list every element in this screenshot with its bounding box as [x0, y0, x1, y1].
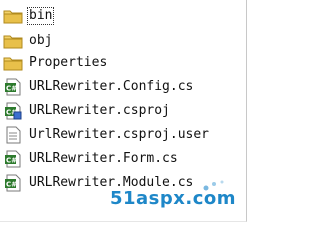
tree-item-label: obj: [29, 33, 53, 48]
tree-item-properties[interactable]: Properties: [3, 53, 109, 73]
csharp-file-icon: C#: [3, 174, 23, 192]
tree-item-bin[interactable]: bin: [3, 6, 55, 26]
tree-item-label: Properties: [29, 55, 108, 70]
csproj-user-file-icon: [3, 126, 23, 144]
tree-item-label: URLRewriter.Form.cs: [29, 151, 178, 166]
csproj-file-icon: C#: [3, 102, 23, 120]
tree-item-label: bin: [27, 7, 55, 25]
csharp-file-icon: C#: [3, 150, 23, 168]
folder-icon: [3, 32, 23, 50]
tree-item-urlrewriter-csproj[interactable]: C# URLRewriter.csproj: [3, 101, 172, 121]
svg-text:C#: C#: [6, 181, 17, 189]
tree-item-urlrewriter-config-cs[interactable]: C# URLRewriter.Config.cs: [3, 77, 195, 97]
csharp-file-icon: C#: [3, 78, 23, 96]
tree-item-urlrewriter-form-cs[interactable]: C# URLRewriter.Form.cs: [3, 149, 180, 169]
watermark-logo: 51aspx.com: [109, 188, 236, 209]
tree-item-label: URLRewriter.Config.cs: [29, 79, 194, 94]
svg-text:C#: C#: [6, 85, 17, 93]
tree-item-obj[interactable]: obj: [3, 31, 54, 51]
folder-icon: [3, 7, 23, 25]
file-tree: bin obj Properties C# URLRewriter.Config…: [0, 0, 247, 222]
svg-text:C#: C#: [6, 157, 17, 165]
tree-item-urlrewriter-csproj-user[interactable]: UrlRewriter.csproj.user: [3, 125, 211, 145]
folder-icon: [3, 54, 23, 72]
tree-item-label: URLRewriter.csproj: [29, 103, 170, 118]
tree-item-label: UrlRewriter.csproj.user: [29, 127, 210, 142]
